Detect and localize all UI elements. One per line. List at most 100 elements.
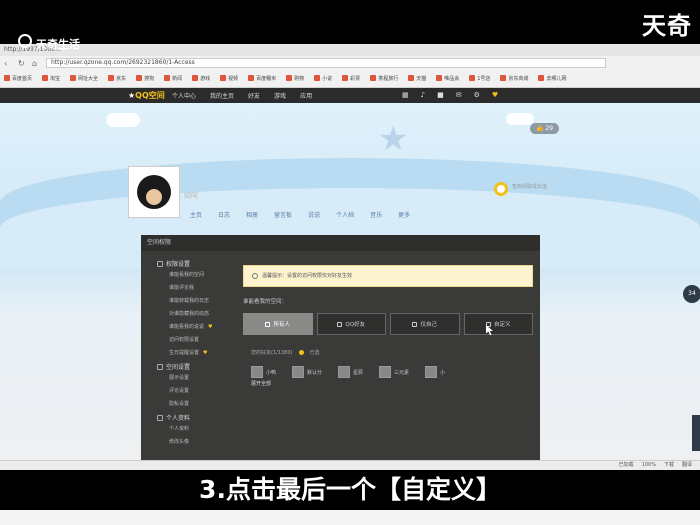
sidebar-item[interactable]: 谁能评论我 [169, 284, 237, 291]
qzone-nav-item[interactable]: 游戏 [274, 91, 286, 100]
friend-item[interactable]: 默认分 [292, 366, 322, 378]
bookmark-item[interactable]: 京东商城 [500, 75, 528, 82]
option-icon [412, 321, 418, 327]
qzone-logo[interactable]: ★QQ空间 [128, 90, 165, 101]
option-label: 自定义 [493, 322, 511, 328]
qzone-nav-item[interactable]: 应用 [300, 91, 312, 100]
mail-icon[interactable]: ✉ [456, 91, 462, 99]
browser-tab[interactable]: http://1937/1969... [0, 44, 700, 56]
bookmark-item[interactable]: 百度糯米 [248, 75, 276, 82]
bookmark-item[interactable]: 携程旅行 [370, 75, 398, 82]
friend-item[interactable]: 小鸭 [251, 366, 276, 378]
friend-item[interactable]: 星辰 [338, 366, 363, 378]
sidebar-group-label: 权限设置 [166, 261, 191, 268]
bookmark-item[interactable]: 去哪儿网 [538, 75, 566, 82]
nickname[interactable]: 知呵 [184, 191, 198, 201]
screenshot: 天奇 天奇生活 http://1937/1969... ‹ ↻ ⌂ http:/… [0, 0, 700, 525]
sidebar-item[interactable]: 展示设置 [169, 374, 237, 381]
settings-icon[interactable]: ⚙ [474, 91, 480, 99]
profile-tab[interactable]: 留言板 [274, 210, 292, 219]
friend-item[interactable]: 小 [425, 366, 445, 378]
status-item[interactable]: 翻译 [682, 461, 692, 470]
heart-icon[interactable]: ♥ [492, 91, 498, 99]
notice-banner: 温馨提示：设置的访问权限仅对好友生效 [243, 265, 533, 287]
bookmark-icon [436, 75, 443, 81]
floating-side-tab[interactable] [692, 415, 700, 451]
sidebar-item[interactable]: 评论设置 [169, 387, 237, 394]
qzone-nav-item[interactable]: 个人中心 [172, 91, 196, 100]
video-top-band: 天奇 [0, 0, 700, 44]
panel-title: 空间权限 [141, 235, 540, 251]
bookmark-item[interactable]: 京东 [108, 75, 126, 82]
bookmark-item[interactable]: 新闻 [164, 75, 182, 82]
sidebar-item[interactable]: 修改头像 [169, 438, 237, 445]
bookmark-label: 京东商城 [508, 75, 529, 82]
visibility-option[interactable]: QQ好友 [316, 313, 386, 335]
bookmark-item[interactable]: 游戏 [192, 75, 210, 82]
visibility-option[interactable]: 自定义 [463, 313, 533, 335]
grid-icon[interactable]: ▦ [402, 91, 409, 99]
sidebar-item[interactable]: 隐私设置 [169, 400, 237, 407]
friend-item[interactable]: 三元素 [379, 366, 409, 378]
floating-chip[interactable]: 34 [683, 285, 700, 303]
sidebar-item[interactable]: 访问权限设置 [169, 336, 237, 343]
friend-avatar [338, 366, 351, 378]
friends-header: 您的好友(1/1380) 已选 [251, 349, 533, 356]
qzone-page: ★ 👍 29 知呵 主页 日志 相册 留言板 说说 个人档 音乐 更多 签到领取成长值 空间权… [0, 103, 700, 471]
status-item[interactable]: 100% [642, 461, 656, 470]
bookmark-item[interactable]: 搜狗 [136, 75, 154, 82]
sidebar-group: 个人资料 [157, 413, 237, 422]
back-icon[interactable]: ‹ [4, 59, 12, 68]
expand-all-link[interactable]: 展开全部 [251, 380, 533, 387]
bookmark-icon [164, 75, 171, 81]
status-item[interactable]: 下载 [664, 461, 674, 470]
sidebar-group: 空间设置 [157, 362, 237, 371]
sidebar-item[interactable]: 谁能看我的空间 [169, 271, 237, 278]
refresh-icon[interactable]: ↻ [18, 59, 26, 68]
profile-tab[interactable]: 相册 [246, 210, 258, 219]
bookmark-item[interactable]: 天猫 [408, 75, 426, 82]
status-item[interactable]: 已加载 [619, 461, 634, 470]
visibility-option[interactable]: 仅自己 [390, 313, 460, 335]
qzone-nav-item[interactable]: 我的主页 [210, 91, 234, 100]
profile-tab[interactable]: 主页 [190, 210, 202, 219]
sidebar-item[interactable]: 对谁隐藏我的动态 [169, 310, 237, 317]
sign-in-text[interactable]: 签到领取成长值 [512, 183, 552, 190]
bookmark-item[interactable]: 彩票 [342, 75, 360, 82]
bookmark-label: 唯品会 [444, 75, 460, 82]
avatar[interactable] [128, 166, 180, 218]
likes-badge[interactable]: 👍 29 [530, 123, 560, 134]
home-icon[interactable]: ⌂ [32, 59, 40, 68]
bookmark-item[interactable]: 淘宝 [42, 75, 60, 82]
avatar-mini-icon[interactable]: ■ [437, 91, 444, 99]
bookmark-label: 百度首页 [12, 75, 33, 82]
selected-tag[interactable]: 已选 [310, 349, 320, 356]
profile-tab[interactable]: 音乐 [370, 210, 382, 219]
bookmark-item[interactable]: 视频 [220, 75, 238, 82]
profile-tab[interactable]: 说说 [308, 210, 320, 219]
visibility-label: 谁能看我的空间： [243, 299, 288, 305]
bookmark-item[interactable]: 购物 [286, 75, 304, 82]
profile-tabs: 主页 日志 相册 留言板 说说 个人档 音乐 更多 [190, 210, 410, 219]
bookmark-item[interactable]: 网址大全 [70, 75, 98, 82]
bookmark-item[interactable]: 百度首页 [4, 75, 32, 82]
profile-tab[interactable]: 个人档 [336, 210, 354, 219]
url-bar[interactable]: http://user.qzone.qq.com/2692321860/1-Ac… [46, 58, 606, 68]
profile-tab[interactable]: 日志 [218, 210, 230, 219]
sidebar-item[interactable]: 谁能看我的说说 ♥ [169, 323, 237, 330]
bell-icon[interactable]: ♪ [421, 91, 425, 99]
sidebar-item[interactable]: 个人资料 [169, 425, 237, 432]
bookmark-item[interactable]: 小说 [314, 75, 332, 82]
profile-tab[interactable]: 更多 [398, 210, 410, 219]
notice-text: 温馨提示：设置的访问权限仅对好友生效 [262, 273, 353, 279]
bookmark-item[interactable]: 1号店 [469, 75, 490, 82]
bookmark-label: 搜狗 [144, 75, 155, 82]
sidebar-item[interactable]: 生日提醒设置 ♥ [169, 349, 237, 356]
bookmark-label: 携程旅行 [378, 75, 399, 82]
sidebar-item[interactable]: 谁能转载我的日志 [169, 297, 237, 304]
group-icon [157, 414, 163, 421]
qzone-nav-item[interactable]: 好友 [248, 91, 260, 100]
sign-in-icon[interactable] [494, 182, 508, 196]
bookmark-item[interactable]: 唯品会 [436, 75, 459, 82]
visibility-option[interactable]: 所有人 [243, 313, 313, 335]
